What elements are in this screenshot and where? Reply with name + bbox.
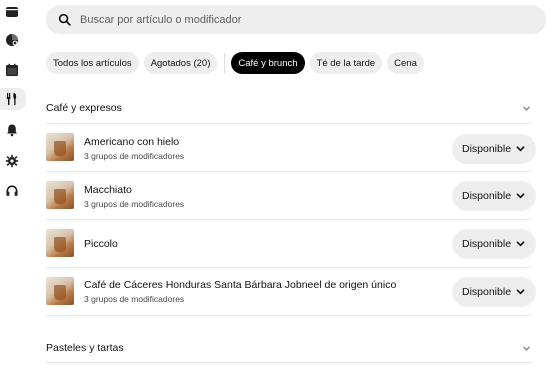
chip-all-items[interactable]: Todos los artículos — [46, 52, 139, 74]
settings-gear-icon[interactable] — [4, 153, 20, 169]
availability-dropdown[interactable]: Disponible — [452, 181, 536, 211]
chip-sold-out[interactable]: Agotados (20) — [143, 52, 218, 74]
item-thumbnail — [46, 181, 74, 209]
chip-dinner[interactable]: Cena — [387, 52, 424, 74]
item-modifiers: 3 grupos de modificadores — [84, 294, 185, 304]
filter-chips: Todos los artículos Agotados (20) Café y… — [46, 52, 429, 74]
item-name: Americano con hielo — [84, 136, 180, 148]
reports-icon[interactable] — [4, 32, 20, 48]
search-input[interactable] — [80, 13, 480, 26]
menu-utensils-icon[interactable] — [4, 91, 20, 107]
availability-label: Disponible — [462, 286, 512, 298]
divider — [46, 315, 532, 316]
search-icon — [58, 13, 72, 27]
section-header-pastries[interactable]: Pasteles y tartas — [46, 335, 532, 361]
notifications-bell-icon[interactable] — [4, 122, 20, 138]
list-item[interactable]: Americano con hielo 3 grupos de modifica… — [46, 124, 540, 172]
chevron-down-icon[interactable] — [522, 343, 532, 353]
section-title: Café y expresos — [46, 102, 122, 114]
item-modifiers: 3 grupos de modificadores — [84, 199, 185, 209]
list-item[interactable]: Café de Cáceres Honduras Santa Bárbara J… — [46, 268, 540, 316]
availability-dropdown[interactable]: Disponible — [452, 134, 536, 164]
search-bar[interactable] — [46, 5, 546, 34]
chevron-down-icon — [516, 240, 525, 248]
availability-label: Disponible — [462, 190, 512, 202]
item-name: Macchiato — [84, 184, 132, 196]
calendar-icon[interactable] — [4, 62, 20, 78]
chevron-down-icon — [516, 145, 525, 153]
list-item[interactable]: Piccolo Disponible — [46, 220, 540, 268]
availability-label: Disponible — [462, 143, 512, 155]
chevron-down-icon[interactable] — [522, 103, 532, 113]
item-name: Café de Cáceres Honduras Santa Bárbara J… — [84, 279, 397, 291]
sidebar — [0, 0, 26, 368]
availability-dropdown[interactable]: Disponible — [452, 229, 536, 259]
item-name: Piccolo — [84, 238, 118, 250]
availability-dropdown[interactable]: Disponible — [452, 277, 536, 307]
item-modifiers: 3 grupos de modificadores — [84, 151, 185, 161]
support-headset-icon[interactable] — [4, 183, 20, 199]
item-thumbnail — [46, 229, 74, 257]
item-thumbnail — [46, 277, 74, 305]
divider — [46, 362, 532, 363]
chip-divider — [224, 53, 226, 73]
chevron-down-icon — [516, 288, 525, 296]
chevron-down-icon — [516, 192, 525, 200]
chip-coffee-brunch[interactable]: Café y brunch — [231, 52, 305, 74]
section-title: Pasteles y tartas — [46, 342, 124, 354]
item-thumbnail — [46, 133, 74, 161]
store-icon[interactable] — [4, 4, 20, 20]
chip-afternoon-tea[interactable]: Té de la tarde — [309, 52, 383, 74]
list-item[interactable]: Macchiato 3 grupos de modificadores Disp… — [46, 172, 540, 220]
availability-label: Disponible — [462, 238, 512, 250]
section-header-coffee[interactable]: Café y expresos — [46, 95, 532, 121]
